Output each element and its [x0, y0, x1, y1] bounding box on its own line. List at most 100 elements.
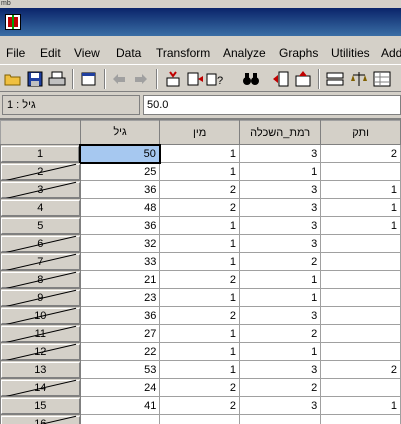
cell-education[interactable]: 3 [238, 306, 322, 325]
column-header-education[interactable]: רמת_השכלה [238, 120, 322, 145]
menu-transform[interactable]: Transform [156, 46, 210, 60]
cell-gender[interactable]: 1 [159, 162, 240, 181]
cell-gender[interactable]: 1 [159, 288, 240, 307]
cell-seniority[interactable]: 1 [320, 216, 401, 235]
row-header[interactable]: 14 [0, 378, 81, 397]
row-header[interactable]: 8 [0, 270, 81, 289]
cell-education[interactable]: 3 [238, 180, 322, 199]
row-header[interactable]: 5 [0, 216, 81, 235]
row-header[interactable]: 7 [0, 252, 81, 271]
cell-gender[interactable] [159, 414, 240, 424]
select-cases-icon[interactable] [373, 70, 391, 88]
column-header-gender[interactable]: מין [159, 120, 240, 145]
cell-gender[interactable]: 2 [159, 198, 240, 217]
cell-gender[interactable]: 2 [159, 378, 240, 397]
cell-age[interactable]: 21 [79, 270, 161, 289]
cell-gender[interactable]: 1 [159, 234, 240, 253]
cell-seniority[interactable] [320, 252, 401, 271]
cell-age[interactable]: 27 [79, 324, 161, 343]
cell-education[interactable]: 1 [238, 270, 322, 289]
cell-gender[interactable]: 2 [159, 306, 240, 325]
insert-cases-icon[interactable] [272, 70, 290, 88]
cell-age[interactable]: 36 [79, 216, 161, 235]
cell-seniority[interactable]: 1 [320, 396, 401, 415]
cell-gender[interactable]: 2 [159, 270, 240, 289]
row-header[interactable]: 4 [0, 198, 81, 217]
cell-seniority[interactable] [320, 324, 401, 343]
cell-education[interactable]: 2 [238, 378, 322, 397]
cell-gender[interactable]: 1 [159, 324, 240, 343]
grid-corner[interactable] [0, 120, 81, 145]
cell-education[interactable]: 3 [238, 198, 322, 217]
cell-education[interactable]: 1 [238, 162, 322, 181]
cell-age[interactable] [79, 414, 161, 424]
print-icon[interactable] [48, 70, 66, 88]
split-file-icon[interactable] [326, 70, 344, 88]
cell-value-input[interactable]: 50.0 [143, 95, 401, 115]
menu-edit[interactable]: Edit [40, 46, 61, 60]
cell-education[interactable]: 3 [238, 360, 322, 379]
binoculars-icon[interactable] [242, 70, 260, 88]
redo-icon[interactable] [132, 70, 150, 88]
cell-age[interactable]: 23 [79, 288, 161, 307]
cell-gender[interactable]: 2 [159, 180, 240, 199]
cell-seniority[interactable] [320, 234, 401, 253]
row-header[interactable]: 16 [0, 414, 81, 424]
spss-app-icon[interactable] [5, 14, 21, 30]
cell-education[interactable]: 3 [238, 216, 322, 235]
cell-age[interactable]: 24 [79, 378, 161, 397]
goto-case-icon[interactable] [164, 70, 182, 88]
cell-seniority[interactable]: 1 [320, 180, 401, 199]
cell-seniority[interactable]: 2 [320, 360, 401, 379]
cell-seniority[interactable]: 2 [320, 144, 401, 163]
menu-data[interactable]: Data [116, 46, 141, 60]
cell-age[interactable]: 33 [79, 252, 161, 271]
menu-utilities[interactable]: Utilities [331, 46, 370, 60]
column-header-seniority[interactable]: ותק [320, 120, 401, 145]
cell-seniority[interactable] [320, 162, 401, 181]
cell-education[interactable]: 2 [238, 324, 322, 343]
row-header[interactable]: 15 [0, 396, 81, 415]
save-icon[interactable] [26, 70, 44, 88]
undo-icon[interactable] [110, 70, 128, 88]
cell-age[interactable]: 36 [79, 180, 161, 199]
cell-age[interactable]: 50 [79, 143, 161, 164]
dialog-recall-icon[interactable] [80, 70, 98, 88]
menu-analyze[interactable]: Analyze [223, 46, 266, 60]
row-header[interactable]: 13 [0, 360, 81, 379]
cell-seniority[interactable] [320, 288, 401, 307]
menu-graphs[interactable]: Graphs [279, 46, 318, 60]
find-icon[interactable]: ? [206, 70, 224, 88]
cell-gender[interactable]: 1 [159, 342, 240, 361]
row-header[interactable]: 6 [0, 234, 81, 253]
cell-gender[interactable]: 1 [159, 252, 240, 271]
cell-seniority[interactable] [320, 270, 401, 289]
cell-age[interactable]: 36 [79, 306, 161, 325]
cell-age[interactable]: 22 [79, 342, 161, 361]
weight-cases-icon[interactable] [350, 70, 368, 88]
cell-gender[interactable]: 1 [159, 216, 240, 235]
menu-view[interactable]: View [74, 46, 100, 60]
row-header[interactable]: 1 [0, 144, 81, 163]
menu-addons[interactable]: Add [381, 46, 401, 60]
cell-age[interactable]: 25 [79, 162, 161, 181]
row-header[interactable]: 9 [0, 288, 81, 307]
row-header[interactable]: 12 [0, 342, 81, 361]
cell-gender[interactable]: 2 [159, 396, 240, 415]
row-header[interactable]: 10 [0, 306, 81, 325]
cell-seniority[interactable] [320, 342, 401, 361]
cell-seniority[interactable] [320, 378, 401, 397]
cell-education[interactable]: 3 [238, 396, 322, 415]
column-header-age[interactable]: גיל [79, 120, 161, 145]
row-header[interactable]: 11 [0, 324, 81, 343]
insert-variable-icon[interactable] [294, 70, 312, 88]
cell-age[interactable]: 53 [79, 360, 161, 379]
cell-age[interactable]: 41 [79, 396, 161, 415]
cell-education[interactable]: 1 [238, 288, 322, 307]
cell-seniority[interactable] [320, 414, 401, 424]
cell-seniority[interactable]: 1 [320, 198, 401, 217]
cell-education[interactable]: 2 [238, 252, 322, 271]
open-folder-icon[interactable] [4, 70, 22, 88]
menu-file[interactable]: File [6, 46, 25, 60]
cell-education[interactable]: 1 [238, 342, 322, 361]
